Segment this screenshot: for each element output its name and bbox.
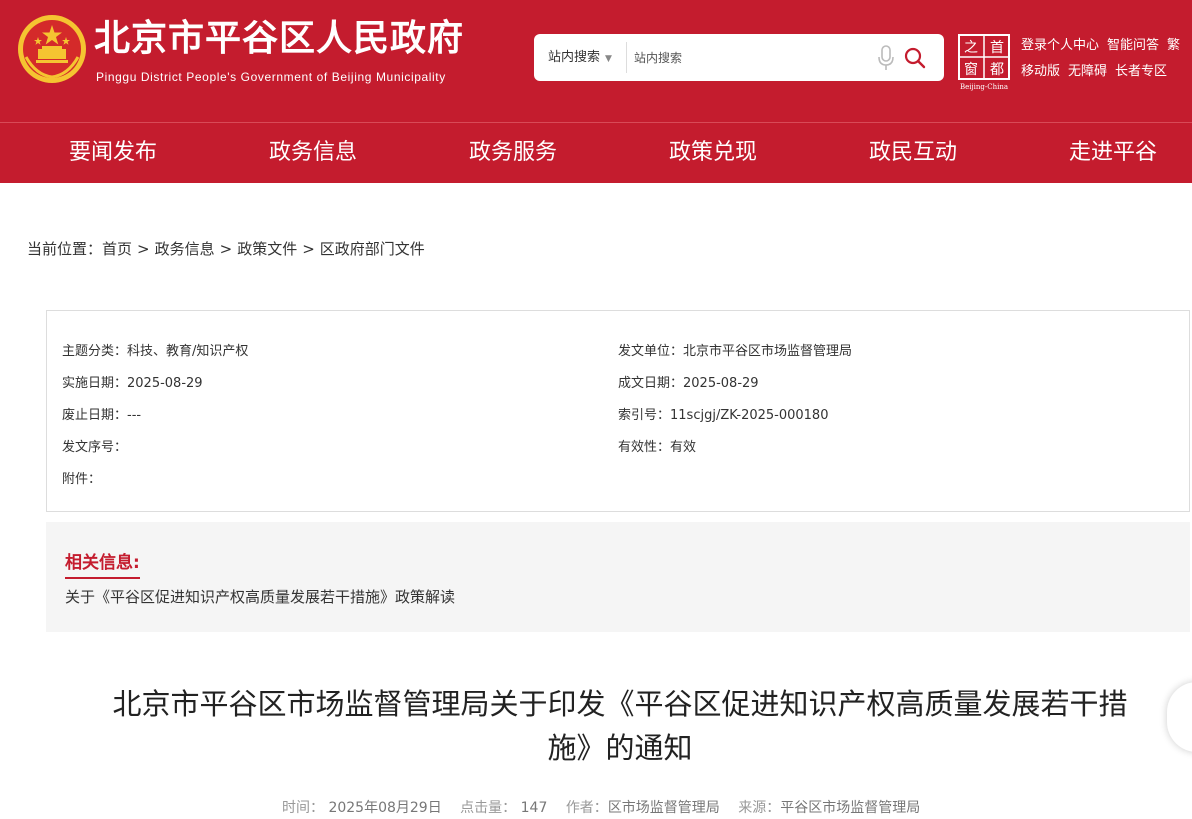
elderly-link[interactable]: 长者专区 [1115,64,1167,79]
national-emblem-icon[interactable] [16,13,88,85]
meta-hits-value: 147 [520,800,548,816]
breadcrumb-dept-docs[interactable]: 区政府部门文件 [320,240,425,258]
article-title: 北京市平谷区市场监督管理局关于印发《平谷区促进知识产权高质量发展若干措 施》的通… [50,682,1190,770]
logo-char-3: 窗 [964,61,978,78]
nav-item-news[interactable]: 要闻发布 [69,123,157,183]
site-subtitle: Pinggu District People's Government of B… [96,70,446,84]
search-input[interactable] [634,43,864,72]
related-info: 相关信息: 关于《平谷区促进知识产权高质量发展若干措施》政策解读 [46,522,1190,632]
related-title: 相关信息: [65,548,140,579]
site-header: 北京市平谷区人民政府 Pinggu District People's Gove… [0,0,1192,122]
capital-window-logo[interactable]: 之 首 窗 都 Beijing-China [957,33,1011,91]
article-title-line1: 北京市平谷区市场监督管理局关于印发《平谷区促进知识产权高质量发展若干措 [112,687,1128,721]
meta-source-value: 平谷区市场监督管理局 [780,800,921,816]
top-links: 登录个人中心 智能问答繁 移动版 无障碍 长者专区 [1021,36,1188,88]
traditional-chinese-link[interactable]: 繁 [1167,38,1180,53]
meta-author-label: 作者： [565,800,608,816]
info-attachment: 附件： [62,472,102,487]
search-box: 站内搜索 ▼ [534,34,944,81]
related-link[interactable]: 关于《平谷区促进知识产权高质量发展若干措施》政策解读 [65,586,455,607]
nav-item-gov-services[interactable]: 政务服务 [469,123,557,183]
info-index-number: 索引号：11scjgj/ZK-2025-000180 [618,408,829,423]
search-divider [626,42,627,73]
info-topic: 主题分类：科技、教育/知识产权 [62,344,249,359]
logo-char-2: 首 [990,40,1004,56]
nav-item-about-pinggu[interactable]: 走进平谷 [1069,123,1157,183]
breadcrumb: 当前位置：首页 > 政务信息 > 政策文件 > 区政府部门文件 [27,238,425,259]
search-scope-label: 站内搜索 [548,50,601,65]
smart-qa-link[interactable]: 智能问答 [1107,38,1159,53]
breadcrumb-separator: > [137,240,150,258]
chevron-down-icon: ▼ [605,54,612,64]
mobile-link[interactable]: 移动版 [1021,64,1060,79]
meta-author-value: 区市场监督管理局 [607,800,720,816]
meta-time-value: 2025年08月29日 [328,800,442,816]
info-written-date: 成文日期：2025-08-29 [618,376,759,391]
info-validity: 有效性：有效 [618,440,697,455]
article-meta: 时间： 2025年08月29日 点击量： 147 作者：区市场监督管理局 来源：… [282,797,920,817]
nav-item-gov-info[interactable]: 政务信息 [269,123,357,183]
microphone-icon[interactable] [876,45,896,71]
accessibility-link[interactable]: 无障碍 [1068,64,1107,79]
logo-char-1: 之 [964,40,978,56]
breadcrumb-home[interactable]: 首页 [102,240,132,258]
info-expiry-date: 废止日期：--- [62,408,142,423]
meta-time-label: 时间： [282,800,324,816]
info-issuer: 发文单位：北京市平谷区市场监督管理局 [618,344,853,359]
meta-hits-label: 点击量： [460,800,517,816]
breadcrumb-gov-info[interactable]: 政务信息 [155,240,215,258]
site-title[interactable]: 北京市平谷区人民政府 [94,17,464,61]
nav-item-policy[interactable]: 政策兑现 [669,123,757,183]
document-info-box: 主题分类：科技、教育/知识产权 实施日期：2025-08-29 废止日期：---… [46,310,1190,512]
search-scope-select[interactable]: 站内搜索 ▼ [548,34,612,81]
breadcrumb-policy-docs[interactable]: 政策文件 [237,240,297,258]
breadcrumb-separator: > [302,240,315,258]
main-nav: 要闻发布 政务信息 政务服务 政策兑现 政民互动 走进平谷 [0,122,1192,183]
article-title-line2: 施》的通知 [547,731,693,765]
breadcrumb-prefix: 当前位置： [27,240,103,258]
info-effective-date: 实施日期：2025-08-29 [62,376,203,391]
search-icon[interactable] [904,47,926,69]
nav-item-interaction[interactable]: 政民互动 [869,123,957,183]
info-doc-number: 发文序号： [62,440,128,455]
logo-caption: Beijing-China [960,83,1008,91]
login-link[interactable]: 登录个人中心 [1021,38,1099,53]
meta-source-label: 来源： [738,800,781,816]
logo-char-4: 都 [990,62,1004,78]
breadcrumb-separator: > [219,240,233,258]
